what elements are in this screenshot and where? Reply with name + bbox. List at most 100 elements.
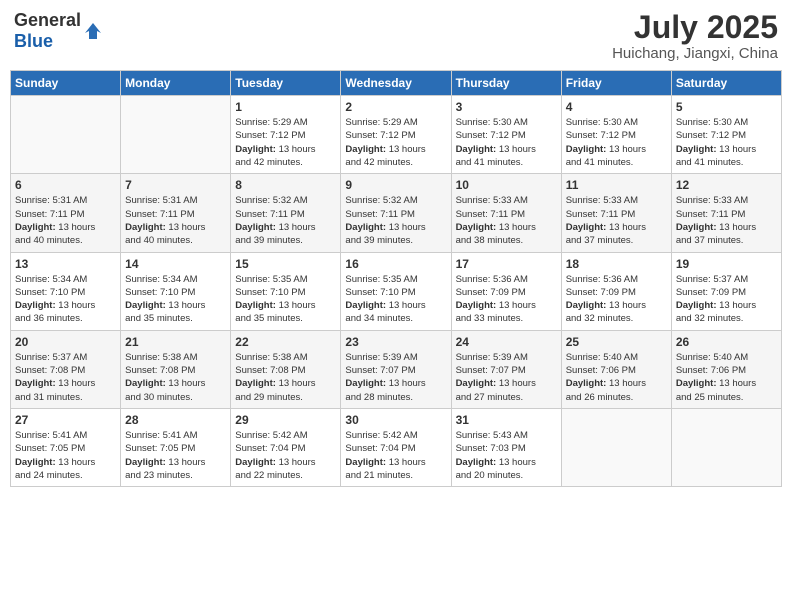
calendar-cell: 25Sunrise: 5:40 AMSunset: 7:06 PMDayligh… <box>561 330 671 408</box>
calendar-cell: 23 Sunrise: 5:39 AMSunset: 7:07 PMDayligh… <box>341 330 451 408</box>
weekday-header-saturday: Saturday <box>671 71 781 96</box>
day-number: 14 <box>125 257 226 271</box>
day-number: 19 <box>676 257 777 271</box>
day-number: 1 <box>235 100 336 114</box>
day-info: Sunrise: 5:33 AMSunset: 7:11 PMDaylight:… <box>456 194 557 247</box>
day-info: Sunrise: 5:35 AMSunset: 7:10 PMDaylight:… <box>235 273 336 326</box>
day-number: 8 <box>235 178 336 192</box>
calendar-cell <box>561 408 671 486</box>
calendar-cell: 15 Sunrise: 5:35 AMSunset: 7:10 PMDayligh… <box>231 252 341 330</box>
day-number: 13 <box>15 257 116 271</box>
calendar-subtitle: Huichang, Jiangxi, China <box>612 45 778 62</box>
day-number: 29 <box>235 413 336 427</box>
day-info: Sunrise: 5:32 AMSunset: 7:11 PMDaylight:… <box>345 194 446 247</box>
day-info: Sunrise: 5:30 AMSunset: 7:12 PMDaylight:… <box>456 116 557 169</box>
calendar-cell: 18 Sunrise: 5:36 AMSunset: 7:09 PMDayligh… <box>561 252 671 330</box>
day-number: 26 <box>676 335 777 349</box>
calendar-cell: 30Sunrise: 5:42 AMSunset: 7:04 PMDayligh… <box>341 408 451 486</box>
day-info: Sunrise: 5:39 AMSunset: 7:07 PMDaylight:… <box>456 351 557 404</box>
calendar-cell: 31Sunrise: 5:43 AMSunset: 7:03 PMDayligh… <box>451 408 561 486</box>
day-info: Sunrise: 5:37 AMSunset: 7:09 PMDaylight:… <box>676 273 777 326</box>
weekday-header-sunday: Sunday <box>11 71 121 96</box>
page-header: General Blue July 2025 Huichang, Jiangxi… <box>10 10 782 62</box>
calendar-cell: 5 Sunrise: 5:30 AMSunset: 7:12 PMDaylight… <box>671 96 781 174</box>
logo-text: General Blue <box>14 10 81 52</box>
calendar-cell: 9 Sunrise: 5:32 AMSunset: 7:11 PMDaylight… <box>341 174 451 252</box>
day-number: 16 <box>345 257 446 271</box>
calendar-cell: 17Sunrise: 5:36 AMSunset: 7:09 PMDayligh… <box>451 252 561 330</box>
weekday-header-row: SundayMondayTuesdayWednesdayThursdayFrid… <box>11 71 782 96</box>
day-info: Sunrise: 5:36 AMSunset: 7:09 PMDaylight:… <box>566 273 667 326</box>
logo-icon <box>83 21 103 41</box>
calendar-week-row: 20 Sunrise: 5:37 AMSunset: 7:08 PMDayligh… <box>11 330 782 408</box>
day-info: Sunrise: 5:41 AMSunset: 7:05 PMDaylight:… <box>125 429 226 482</box>
calendar-cell: 10Sunrise: 5:33 AMSunset: 7:11 PMDayligh… <box>451 174 561 252</box>
day-number: 6 <box>15 178 116 192</box>
day-info: Sunrise: 5:35 AMSunset: 7:10 PMDaylight:… <box>345 273 446 326</box>
calendar-cell: 20 Sunrise: 5:37 AMSunset: 7:08 PMDayligh… <box>11 330 121 408</box>
calendar-cell: 14Sunrise: 5:34 AMSunset: 7:10 PMDayligh… <box>121 252 231 330</box>
weekday-header-tuesday: Tuesday <box>231 71 341 96</box>
weekday-header-thursday: Thursday <box>451 71 561 96</box>
calendar-cell <box>121 96 231 174</box>
calendar-week-row: 6 Sunrise: 5:31 AMSunset: 7:11 PMDaylight… <box>11 174 782 252</box>
weekday-header-wednesday: Wednesday <box>341 71 451 96</box>
day-info: Sunrise: 5:29 AMSunset: 7:12 PMDaylight:… <box>345 116 446 169</box>
day-info: Sunrise: 5:41 AMSunset: 7:05 PMDaylight:… <box>15 429 116 482</box>
day-info: Sunrise: 5:31 AMSunset: 7:11 PMDaylight:… <box>15 194 116 247</box>
day-info: Sunrise: 5:43 AMSunset: 7:03 PMDaylight:… <box>456 429 557 482</box>
calendar-cell: 12 Sunrise: 5:33 AMSunset: 7:11 PMDayligh… <box>671 174 781 252</box>
logo-blue: Blue <box>14 31 53 51</box>
day-number: 12 <box>676 178 777 192</box>
weekday-header-monday: Monday <box>121 71 231 96</box>
day-info: Sunrise: 5:30 AMSunset: 7:12 PMDaylight:… <box>566 116 667 169</box>
day-number: 30 <box>345 413 446 427</box>
day-info: Sunrise: 5:37 AMSunset: 7:08 PMDaylight:… <box>15 351 116 404</box>
day-number: 11 <box>566 178 667 192</box>
calendar-table: SundayMondayTuesdayWednesdayThursdayFrid… <box>10 70 782 487</box>
calendar-cell: 29 Sunrise: 5:42 AMSunset: 7:04 PMDayligh… <box>231 408 341 486</box>
calendar-cell: 24Sunrise: 5:39 AMSunset: 7:07 PMDayligh… <box>451 330 561 408</box>
day-info: Sunrise: 5:34 AMSunset: 7:10 PMDaylight:… <box>15 273 116 326</box>
day-info: Sunrise: 5:33 AMSunset: 7:11 PMDaylight:… <box>676 194 777 247</box>
calendar-cell <box>11 96 121 174</box>
day-info: Sunrise: 5:30 AMSunset: 7:12 PMDaylight:… <box>676 116 777 169</box>
calendar-cell: 16 Sunrise: 5:35 AMSunset: 7:10 PMDayligh… <box>341 252 451 330</box>
day-info: Sunrise: 5:29 AMSunset: 7:12 PMDaylight:… <box>235 116 336 169</box>
day-info: Sunrise: 5:40 AMSunset: 7:06 PMDaylight:… <box>676 351 777 404</box>
calendar-cell: 13 Sunrise: 5:34 AMSunset: 7:10 PMDayligh… <box>11 252 121 330</box>
day-info: Sunrise: 5:33 AMSunset: 7:11 PMDaylight:… <box>566 194 667 247</box>
day-number: 27 <box>15 413 116 427</box>
title-block: July 2025 Huichang, Jiangxi, China <box>612 10 778 62</box>
day-info: Sunrise: 5:38 AMSunset: 7:08 PMDaylight:… <box>235 351 336 404</box>
day-number: 2 <box>345 100 446 114</box>
day-number: 4 <box>566 100 667 114</box>
day-number: 5 <box>676 100 777 114</box>
calendar-cell: 7 Sunrise: 5:31 AMSunset: 7:11 PMDaylight… <box>121 174 231 252</box>
day-number: 23 <box>345 335 446 349</box>
day-info: Sunrise: 5:31 AMSunset: 7:11 PMDaylight:… <box>125 194 226 247</box>
calendar-cell: 11 Sunrise: 5:33 AMSunset: 7:11 PMDayligh… <box>561 174 671 252</box>
day-number: 7 <box>125 178 226 192</box>
day-number: 21 <box>125 335 226 349</box>
day-number: 20 <box>15 335 116 349</box>
day-number: 22 <box>235 335 336 349</box>
calendar-cell <box>671 408 781 486</box>
day-number: 15 <box>235 257 336 271</box>
day-info: Sunrise: 5:42 AMSunset: 7:04 PMDaylight:… <box>235 429 336 482</box>
day-number: 18 <box>566 257 667 271</box>
calendar-cell: 26 Sunrise: 5:40 AMSunset: 7:06 PMDayligh… <box>671 330 781 408</box>
calendar-cell: 4 Sunrise: 5:30 AMSunset: 7:12 PMDaylight… <box>561 96 671 174</box>
day-info: Sunrise: 5:39 AMSunset: 7:07 PMDaylight:… <box>345 351 446 404</box>
calendar-cell: 27 Sunrise: 5:41 AMSunset: 7:05 PMDayligh… <box>11 408 121 486</box>
calendar-week-row: 27 Sunrise: 5:41 AMSunset: 7:05 PMDayligh… <box>11 408 782 486</box>
calendar-cell: 22 Sunrise: 5:38 AMSunset: 7:08 PMDayligh… <box>231 330 341 408</box>
day-number: 9 <box>345 178 446 192</box>
calendar-title: July 2025 <box>612 10 778 45</box>
day-number: 17 <box>456 257 557 271</box>
weekday-header-friday: Friday <box>561 71 671 96</box>
calendar-cell: 2 Sunrise: 5:29 AMSunset: 7:12 PMDaylight… <box>341 96 451 174</box>
logo-general: General <box>14 10 81 30</box>
day-info: Sunrise: 5:38 AMSunset: 7:08 PMDaylight:… <box>125 351 226 404</box>
calendar-cell: 19 Sunrise: 5:37 AMSunset: 7:09 PMDayligh… <box>671 252 781 330</box>
